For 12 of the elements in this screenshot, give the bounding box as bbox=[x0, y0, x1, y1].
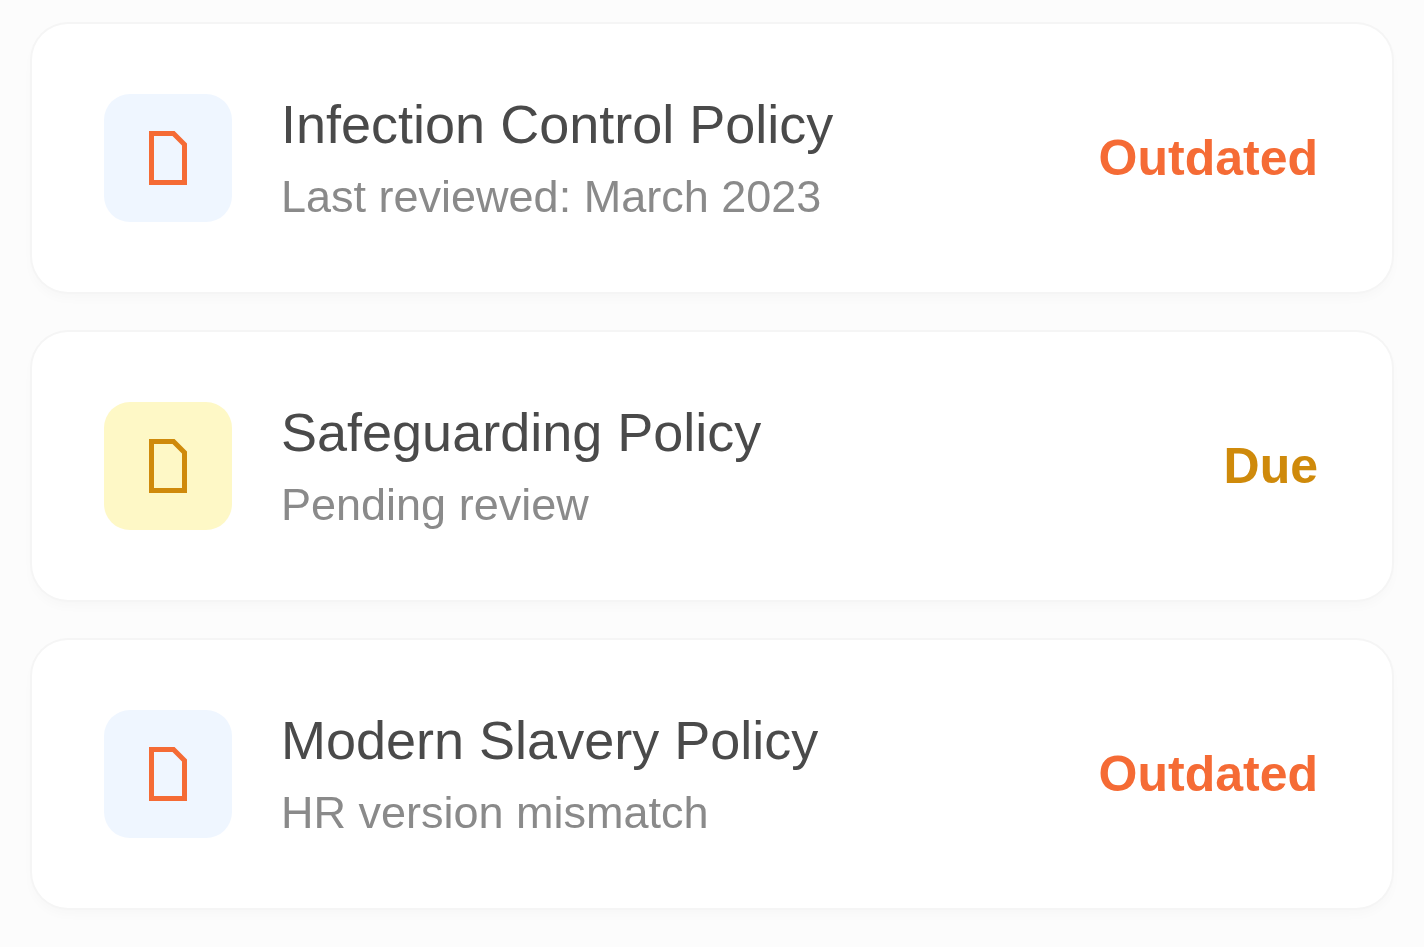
policy-detail: Pending review bbox=[281, 480, 590, 530]
status-label: Outdated bbox=[1098, 745, 1318, 803]
policy-title: Infection Control Policy bbox=[281, 94, 835, 154]
policy-card[interactable]: Infection Control Policy Last reviewed: March 2023 Outdated bbox=[32, 24, 1392, 292]
policy-title: Modern Slavery Policy bbox=[281, 710, 820, 770]
policy-detail: Last reviewed: March 2023 bbox=[281, 172, 823, 222]
policy-detail: HR version mismatch bbox=[281, 788, 710, 838]
policy-card[interactable]: Modern Slavery Policy HR version mismatch Outdated bbox=[32, 640, 1392, 908]
status-label: Outdated bbox=[1098, 129, 1318, 187]
policy-card[interactable]: Safeguarding Policy Pending review Due bbox=[32, 332, 1392, 600]
policy-title: Safeguarding Policy bbox=[281, 402, 763, 462]
status-label: Due bbox=[1223, 437, 1318, 495]
